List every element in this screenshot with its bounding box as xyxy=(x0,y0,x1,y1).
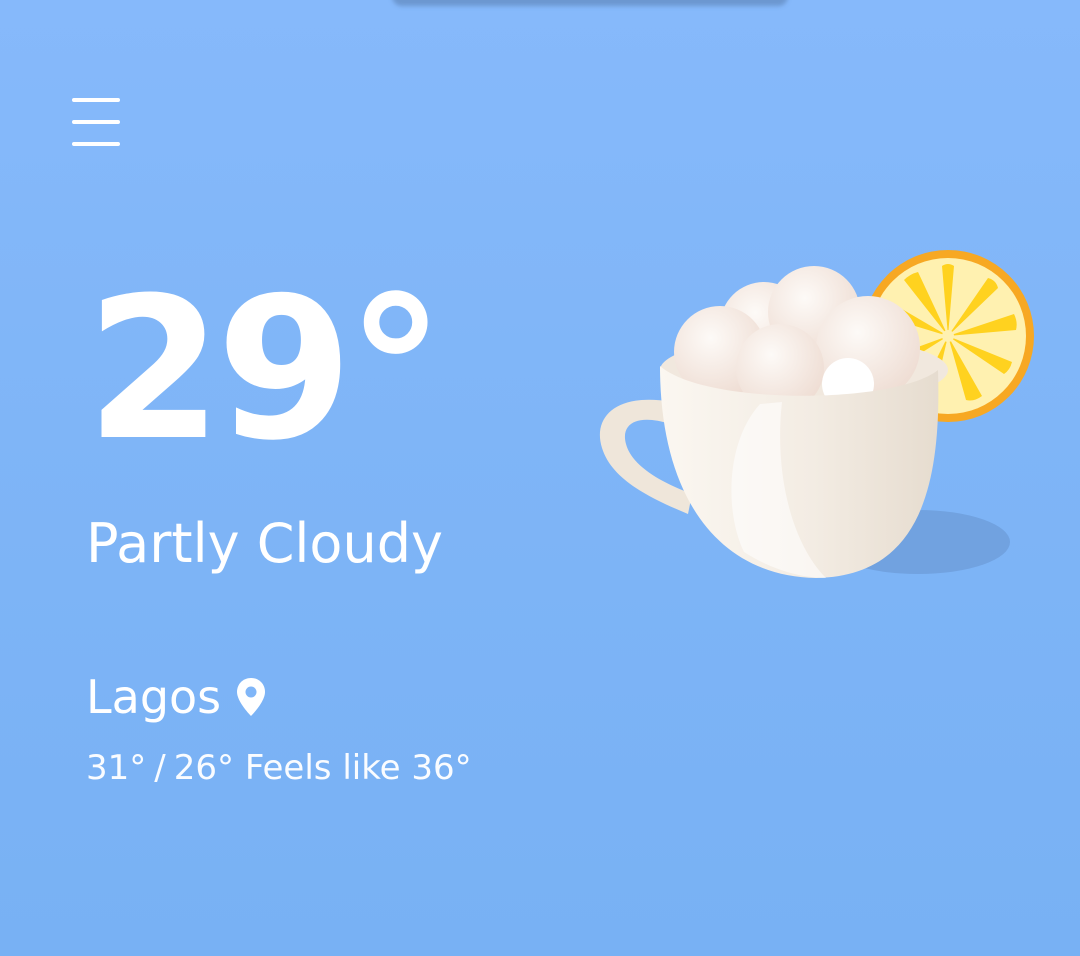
menu-button[interactable] xyxy=(66,94,126,150)
high-temperature: 31° xyxy=(86,748,147,788)
current-temperature: 29° xyxy=(86,256,445,484)
feels-like-temperature: 36° xyxy=(411,748,472,788)
hamburger-menu-icon xyxy=(72,98,120,102)
feels-like-label: Feels like xyxy=(244,748,401,788)
hamburger-menu-icon-line xyxy=(72,142,120,146)
location-name: Lagos xyxy=(86,670,222,724)
location-selector[interactable]: Lagos xyxy=(86,672,267,723)
top-bar-notch xyxy=(392,0,788,6)
weather-condition: Partly Cloudy xyxy=(86,512,443,575)
low-temperature: 26° xyxy=(173,748,234,788)
range-separator: / xyxy=(154,748,166,788)
location-pin-icon xyxy=(237,678,266,717)
hamburger-menu-icon-line xyxy=(72,120,120,124)
temperature-range: 31°/26° Feels like 36° xyxy=(86,748,472,788)
teacup-cloud-lemon-illustration xyxy=(599,250,1034,578)
